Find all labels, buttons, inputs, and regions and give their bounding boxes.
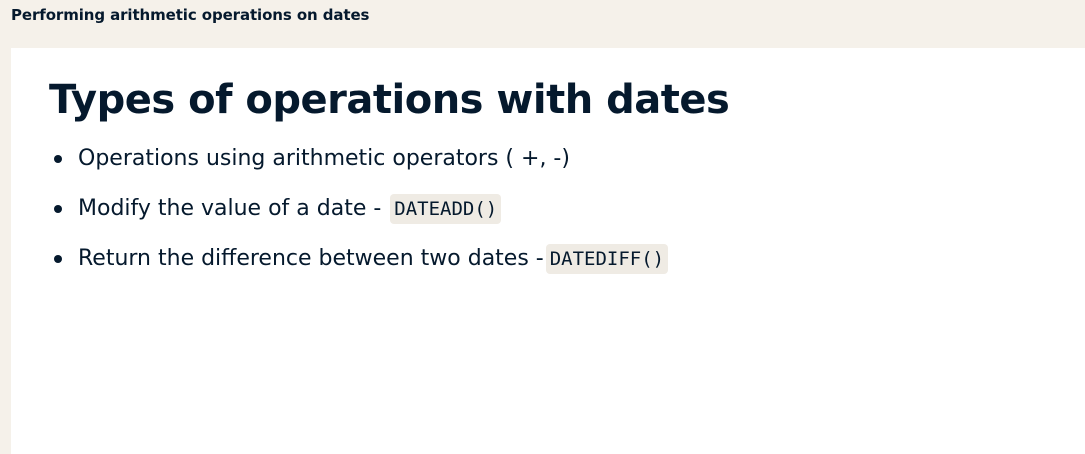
code-datediff: DATEDIFF() bbox=[545, 244, 669, 274]
code-dateadd: DATEADD() bbox=[390, 194, 502, 224]
bullet-text: Operations using arithmetic operators ( … bbox=[78, 143, 570, 175]
bullet-label: Return the difference between two dates … bbox=[78, 246, 544, 271]
slide-title: Types of operations with dates bbox=[49, 77, 730, 123]
bullet-dot-icon bbox=[54, 255, 62, 263]
bullet-dot-icon bbox=[54, 205, 62, 213]
bullet-text: Return the difference between two dates … bbox=[78, 243, 669, 275]
bullet-label: Operations using arithmetic operators ( … bbox=[78, 146, 570, 171]
lesson-title: Performing arithmetic operations on date… bbox=[11, 6, 370, 24]
slide-content: Types of operations with dates Operation… bbox=[11, 48, 1085, 454]
bullet-dot-icon bbox=[54, 155, 62, 163]
top-header-bar: Performing arithmetic operations on date… bbox=[0, 0, 1085, 48]
bullet-text: Modify the value of a date - DATEADD() bbox=[78, 193, 502, 225]
bullet-label: Modify the value of a date - bbox=[78, 196, 389, 221]
